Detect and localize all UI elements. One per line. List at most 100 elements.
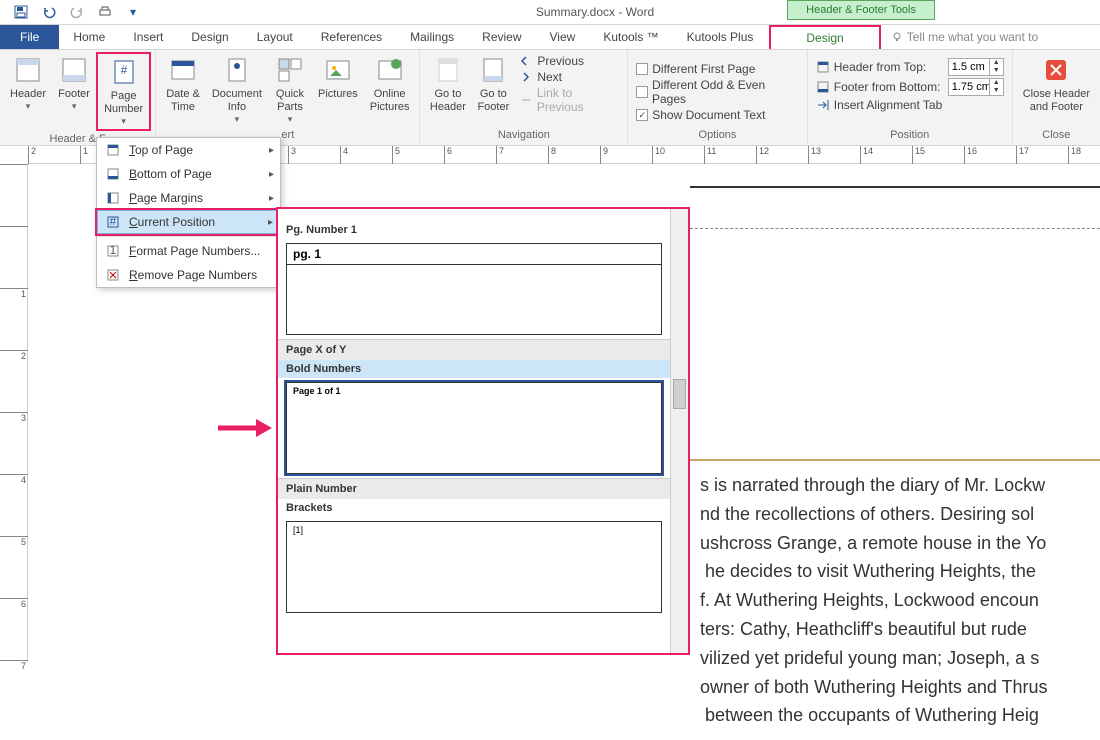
- document-info-button[interactable]: Document Info▾: [206, 52, 268, 127]
- redo-button[interactable]: [66, 1, 88, 23]
- link-icon: [519, 93, 533, 107]
- pictures-button[interactable]: Pictures: [312, 52, 364, 103]
- menu-current-position[interactable]: # Current Position▸: [97, 210, 280, 234]
- quick-parts-button[interactable]: Quick Parts▾: [268, 52, 312, 127]
- tab-mailings[interactable]: Mailings: [396, 25, 468, 49]
- document-body-text[interactable]: s is narrated through the diary of Mr. L…: [690, 461, 1100, 740]
- menu-format-page-numbers[interactable]: 1 Format Page Numbers...: [97, 239, 280, 263]
- next-icon: [519, 70, 533, 84]
- previous-icon: [519, 54, 533, 68]
- tab-kutools-plus[interactable]: Kutools Plus: [673, 25, 768, 49]
- quick-parts-icon: [274, 54, 306, 86]
- page-number-gallery: Pg. Number 1 pg. 1 Page X of Y Bold Numb…: [276, 207, 690, 655]
- spin-up[interactable]: ▲: [990, 79, 1003, 87]
- online-pictures-icon: [374, 54, 406, 86]
- gallery-item-name: Bold Numbers: [278, 360, 670, 378]
- tab-view[interactable]: View: [536, 25, 590, 49]
- tab-design[interactable]: Design: [177, 25, 242, 49]
- header-from-top-spinner[interactable]: Header from Top: ▲▼: [816, 58, 1004, 76]
- group-navigation: Go to Header Go to Footer Previous Next …: [420, 50, 628, 145]
- calendar-icon: [167, 54, 199, 86]
- menu-page-margins[interactable]: Page Margins▸: [97, 186, 280, 210]
- group-options: Different First Page Different Odd & Eve…: [628, 50, 808, 145]
- close-icon: [1040, 54, 1072, 86]
- gallery-item-pg-number-1[interactable]: pg. 1: [286, 243, 662, 335]
- link-previous-button: Link to Previous: [519, 86, 619, 114]
- lightbulb-icon: [891, 31, 903, 43]
- tab-references[interactable]: References: [307, 25, 396, 49]
- contextual-tab-header: Header & Footer Tools: [787, 0, 935, 20]
- menu-label: op of Page: [135, 143, 193, 157]
- gallery-item-brackets[interactable]: [1]: [286, 521, 662, 613]
- header-boundary-dashed: [690, 228, 1100, 229]
- group-close: Close Header and Footer Close: [1013, 50, 1100, 145]
- spin-down[interactable]: ▼: [990, 67, 1003, 75]
- annotation-arrow-icon: [216, 416, 276, 440]
- undo-button[interactable]: [38, 1, 60, 23]
- group-insert: Date & Time Document Info▾ Quick Parts▾ …: [156, 50, 420, 145]
- close-header-footer-button[interactable]: Close Header and Footer: [1017, 52, 1096, 116]
- gallery-item-name: Pg. Number 1: [278, 221, 670, 239]
- menu-label: ottom of Page: [137, 167, 212, 181]
- tab-review[interactable]: Review: [468, 25, 535, 49]
- remove-numbers-icon: [105, 267, 121, 283]
- tab-design-context[interactable]: Design: [769, 25, 880, 49]
- tab-home[interactable]: Home: [59, 25, 119, 49]
- goto-footer-icon: [477, 54, 509, 86]
- spin-up[interactable]: ▲: [990, 59, 1003, 67]
- footer-bottom-value[interactable]: [949, 81, 989, 93]
- page-margins-icon: [105, 190, 121, 206]
- gallery-item-bold-numbers[interactable]: Page 1 of 1: [286, 382, 662, 474]
- header-top-value[interactable]: [949, 61, 989, 73]
- menu-label: ormat Page Numbers...: [136, 244, 260, 258]
- page-number-button[interactable]: # Page Number▾: [96, 52, 151, 131]
- ribbon: Header▾ Footer▾ # Page Number▾ Header & …: [0, 50, 1100, 146]
- footer-icon: [58, 54, 90, 86]
- menu-top-of-page[interactable]: Top of Page▸: [97, 138, 280, 162]
- menu-remove-page-numbers[interactable]: Remove Page Numbers: [97, 263, 280, 287]
- menu-bottom-of-page[interactable]: Bottom of Page▸: [97, 162, 280, 186]
- previous-button[interactable]: Previous: [519, 54, 619, 68]
- footer-button[interactable]: Footer▾: [52, 52, 96, 114]
- date-time-button[interactable]: Date & Time: [160, 52, 206, 116]
- vertical-ruler[interactable]: 1234567: [0, 164, 28, 662]
- online-pictures-button[interactable]: Online Pictures: [364, 52, 416, 116]
- gallery-scrollbar[interactable]: [670, 209, 688, 653]
- tab-strip: File Home Insert Design Layout Reference…: [0, 25, 1100, 50]
- tell-me-placeholder: Tell me what you want to: [907, 30, 1038, 44]
- group-position: Header from Top: ▲▼ Footer from Bottom: …: [808, 50, 1013, 145]
- spin-down[interactable]: ▼: [990, 87, 1003, 95]
- different-first-page-checkbox[interactable]: Different First Page: [636, 62, 799, 76]
- svg-text:#: #: [110, 215, 117, 228]
- next-button[interactable]: Next: [519, 70, 619, 84]
- window-title: Summary.docx - Word: [90, 5, 1100, 19]
- svg-text:#: #: [120, 63, 127, 77]
- header-button[interactable]: Header▾: [4, 52, 52, 114]
- goto-header-icon: [432, 54, 464, 86]
- footer-from-bottom-spinner[interactable]: Footer from Bottom: ▲▼: [816, 78, 1004, 96]
- group-label: Options: [632, 127, 803, 143]
- footer-margin-icon: [816, 80, 830, 94]
- group-label: Close: [1017, 127, 1096, 143]
- insert-alignment-tab-button[interactable]: Insert Alignment Tab: [816, 98, 1004, 112]
- tab-file[interactable]: File: [0, 25, 59, 49]
- page-number-icon: #: [108, 56, 140, 88]
- doc-info-icon: [221, 54, 253, 86]
- scrollbar-thumb[interactable]: [673, 379, 686, 409]
- page-bottom-icon: [105, 166, 121, 182]
- save-button[interactable]: [10, 1, 32, 23]
- menu-label: urrent Position: [138, 215, 215, 229]
- group-label: Position: [812, 127, 1008, 143]
- menu-separator: [97, 236, 280, 237]
- page-top-icon: [105, 142, 121, 158]
- different-odd-even-checkbox[interactable]: Different Odd & Even Pages: [636, 78, 799, 106]
- tab-insert[interactable]: Insert: [119, 25, 177, 49]
- goto-footer-button[interactable]: Go to Footer: [471, 52, 515, 116]
- tab-kutools[interactable]: Kutools ™: [589, 25, 672, 49]
- tab-layout[interactable]: Layout: [243, 25, 307, 49]
- header-icon: [12, 54, 44, 86]
- gallery-category: Page X of Y: [278, 339, 670, 360]
- tell-me-search[interactable]: Tell me what you want to: [891, 25, 1038, 49]
- show-document-text-checkbox[interactable]: ✓Show Document Text: [636, 108, 799, 122]
- menu-label: age Margins: [137, 191, 203, 205]
